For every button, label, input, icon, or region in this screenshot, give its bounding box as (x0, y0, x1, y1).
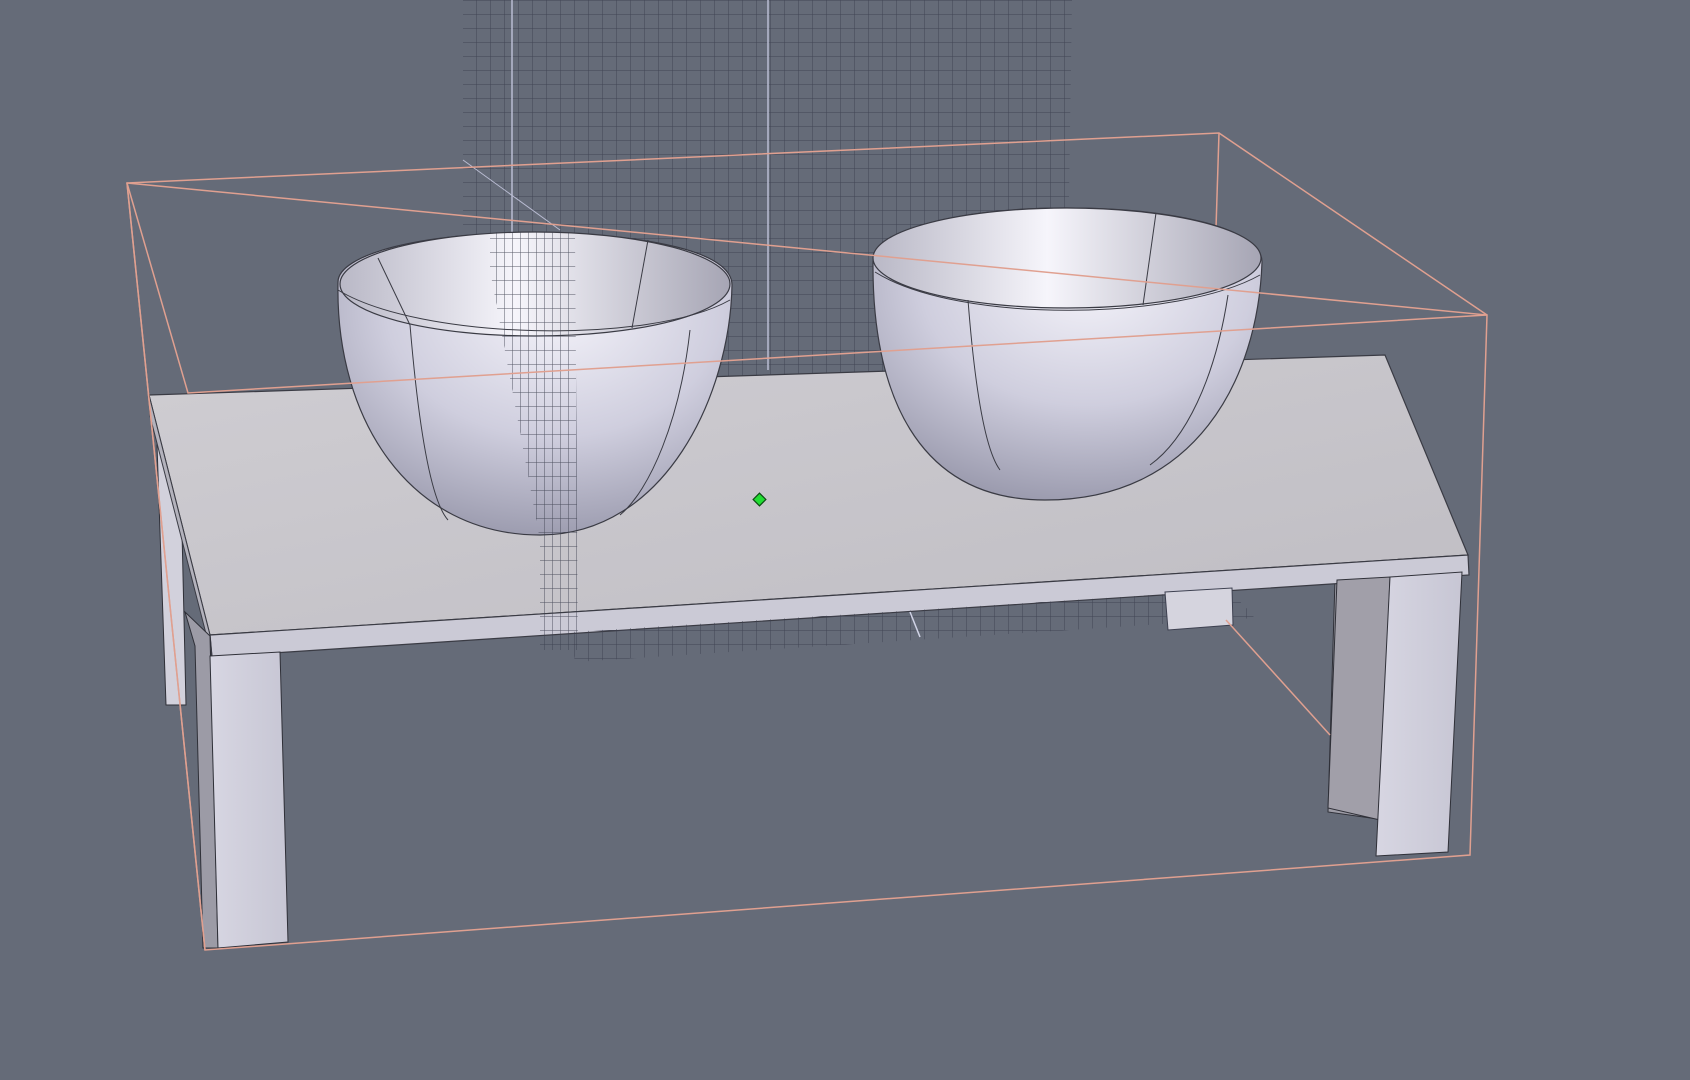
table-leg-front-left (183, 610, 289, 949)
table-top[interactable] (148, 354, 1470, 658)
3d-viewport[interactable] (0, 0, 1690, 1080)
